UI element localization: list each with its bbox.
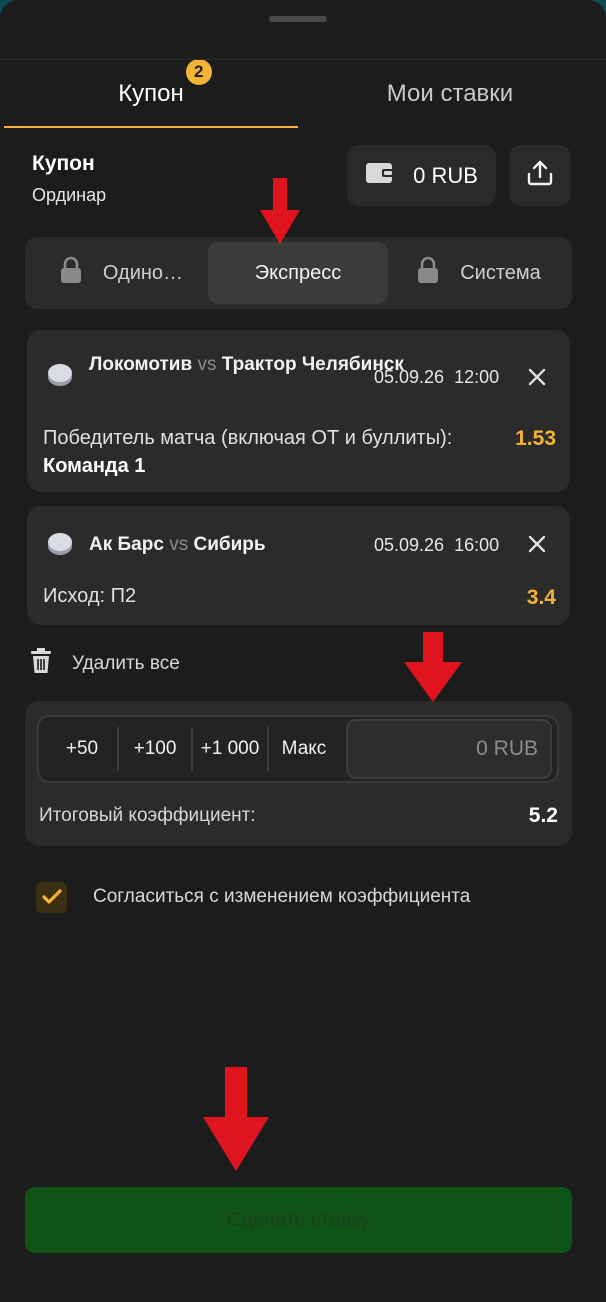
coupon-count-badge: 2: [185, 59, 212, 85]
bet-type-express-label: Экспресс: [254, 261, 342, 284]
total-odds-value: 5.2: [528, 804, 558, 827]
quick-stake-50[interactable]: +50: [47, 717, 117, 781]
balance-amount: 0 RUB: [413, 162, 478, 188]
bet-type-system-label: Система: [460, 261, 541, 284]
divider: [0, 59, 606, 60]
bet-market: Победитель матча (включая ОТ и буллиты):…: [43, 424, 463, 480]
tab-coupon-label: Купон: [118, 80, 184, 107]
lock-icon: [59, 256, 83, 290]
match-time: 16:00: [454, 535, 500, 555]
share-icon: [525, 158, 555, 193]
match-datetime: 05.09.26 16:00: [374, 535, 499, 556]
match-date: 05.09.26: [374, 535, 445, 555]
balance-button[interactable]: 0 RUB: [347, 145, 496, 206]
trash-icon: [30, 647, 52, 681]
annotation-arrow-icon: [404, 632, 462, 702]
accept-odds-change: Согласиться с изменением коэффициента: [36, 881, 470, 913]
hockey-puck-icon: [45, 360, 75, 395]
stake-amount-input[interactable]: [346, 719, 552, 779]
bet-type-express[interactable]: Экспресс: [208, 242, 388, 304]
wallet-icon: [365, 161, 395, 191]
accept-odds-checkbox[interactable]: [36, 881, 67, 913]
tab-my-bets-label: Мои ставки: [386, 80, 514, 107]
market-outcome: Команда 1: [43, 455, 146, 477]
coupon-type: Ординар: [32, 185, 107, 205]
annotation-arrow-icon: [260, 178, 300, 244]
away-team: Сибирь: [193, 534, 266, 555]
quick-stake-100[interactable]: +100: [119, 717, 191, 781]
match-datetime: 05.09.26 12:00: [374, 367, 499, 388]
bet-type-switch: Одино… Экспресс Система: [25, 237, 572, 309]
bet-market: Исход: П2: [43, 582, 463, 610]
delete-all-button[interactable]: Удалить все: [30, 648, 180, 680]
quick-stake-1000[interactable]: +1 000: [193, 717, 267, 781]
tab-bar: Купон 2 Мои ставки: [0, 59, 606, 128]
bet-type-single-label: Одино…: [102, 261, 184, 284]
close-icon[interactable]: [524, 364, 550, 390]
accept-odds-label: Согласиться с изменением коэффициента: [93, 886, 471, 907]
place-bet-button[interactable]: Сделать ставку: [25, 1187, 572, 1253]
share-button[interactable]: [509, 145, 571, 206]
bet-type-single[interactable]: Одино…: [35, 242, 207, 304]
bet-type-system[interactable]: Система: [390, 242, 567, 304]
delete-all-label: Удалить все: [72, 653, 180, 674]
stake-panel: +50 +100 +1 000 Макс Итоговый коэффициен…: [25, 701, 572, 846]
match-time: 12:00: [454, 367, 500, 387]
market-name: Победитель матча (включая ОТ и буллиты):: [43, 427, 453, 449]
home-team: Ак Барс: [89, 534, 164, 555]
match-teams: Локомотив vs Трактор Челябинск: [89, 353, 404, 377]
quick-stake-max[interactable]: Макс: [269, 717, 339, 781]
bet-card: Локомотив vs Трактор Челябинск 05.09.26 …: [27, 330, 570, 492]
total-odds-label: Итоговый коэффициент:: [39, 805, 256, 826]
stake-row: +50 +100 +1 000 Макс: [37, 715, 559, 783]
tab-coupon[interactable]: Купон 2: [4, 59, 298, 128]
bet-odd: 1.53: [515, 427, 556, 450]
home-team: Локомотив: [89, 354, 193, 375]
close-icon[interactable]: [524, 531, 550, 557]
bet-slip-sheet: Купон 2 Мои ставки Купон Ординар 0 RUB О…: [0, 0, 606, 1302]
hockey-puck-icon: [45, 529, 75, 564]
lock-icon: [416, 256, 440, 290]
vs-label: vs: [169, 534, 189, 555]
tab-my-bets[interactable]: Мои ставки: [298, 60, 602, 128]
bet-odd: 3.4: [526, 586, 556, 609]
bet-card: Ак Барс vs Сибирь 05.09.26 16:00 Исход: …: [27, 506, 570, 625]
match-teams: Ак Барс vs Сибирь: [89, 533, 266, 557]
coupon-title: Купон: [32, 152, 95, 175]
annotation-arrow-icon: [203, 1067, 269, 1171]
drag-handle[interactable]: [269, 16, 327, 22]
market-outcome: П2: [110, 585, 137, 607]
vs-label: vs: [197, 354, 217, 375]
active-tab-indicator: [4, 126, 298, 128]
match-date: 05.09.26: [374, 367, 445, 387]
market-name: Исход:: [43, 585, 106, 607]
